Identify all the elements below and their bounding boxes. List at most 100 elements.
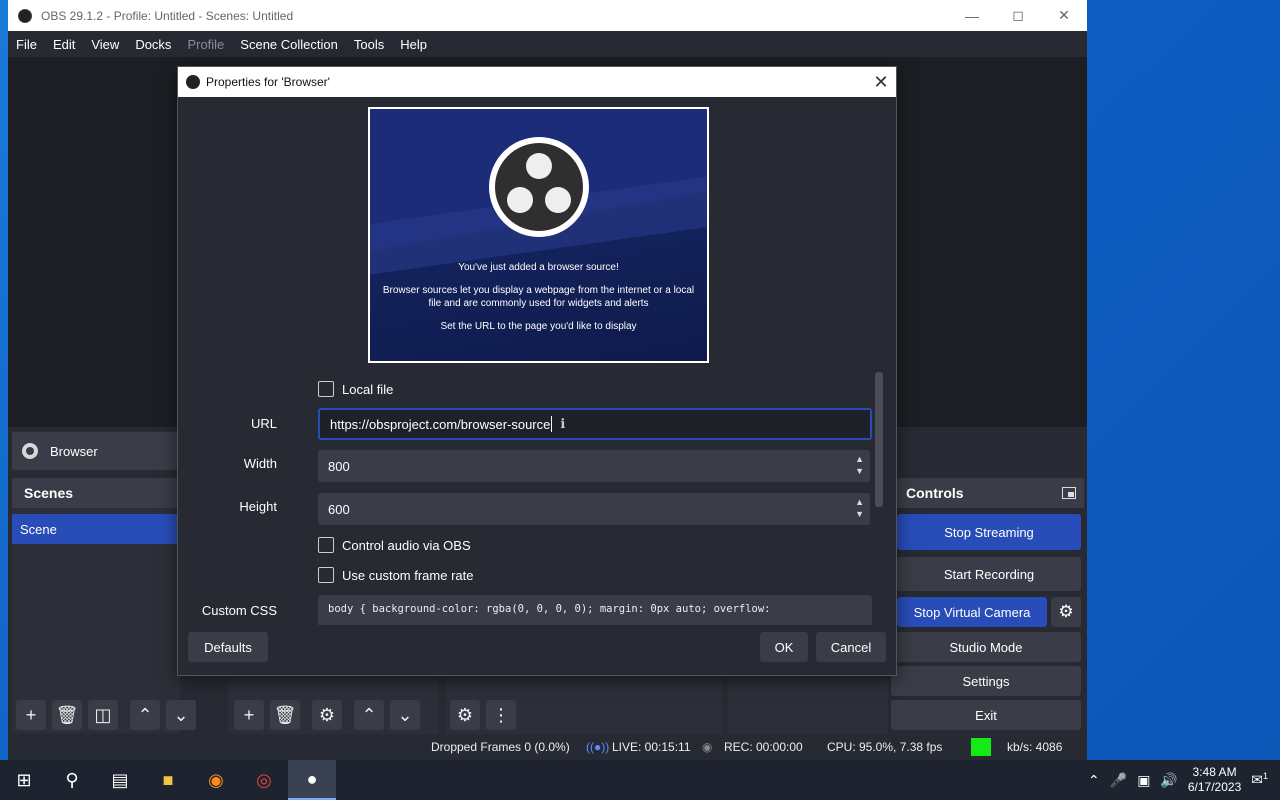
source-toolbar[interactable]: Browser <box>12 432 180 470</box>
clock-time: 3:48 AM <box>1192 765 1237 779</box>
ok-button[interactable]: OK <box>760 632 808 662</box>
browser-source-preview: You've just added a browser source! Brow… <box>368 107 709 363</box>
add-source-button[interactable]: + <box>234 700 264 730</box>
minimize-button[interactable]: — <box>949 0 995 31</box>
move-source-up-button[interactable]: ⌃ <box>354 700 384 730</box>
width-label: Width <box>243 456 277 471</box>
remove-scene-button[interactable]: 🗑 <box>52 700 82 730</box>
advanced-audio-button[interactable]: ⚙ <box>450 700 480 730</box>
control-audio-checkbox[interactable]: Control audio via OBS <box>318 537 471 553</box>
local-file-checkbox[interactable]: Local file <box>318 381 393 397</box>
stop-virtual-camera-button[interactable]: Stop Virtual Camera <box>897 597 1047 627</box>
virtual-camera-settings-icon[interactable]: ⚙ <box>1051 597 1081 627</box>
menu-docks[interactable]: Docks <box>127 37 179 52</box>
control-audio-label: Control audio via OBS <box>342 537 471 553</box>
move-scene-down-button[interactable]: ⌄ <box>166 700 196 730</box>
custom-css-textarea[interactable]: body { background-color: rgba(0, 0, 0, 0… <box>318 595 872 625</box>
url-input[interactable]: https://obsproject.com/browser-source ℹ <box>318 408 872 440</box>
menu-edit[interactable]: Edit <box>45 37 83 52</box>
exit-button[interactable]: Exit <box>891 700 1081 730</box>
mixer-toolbar: ⚙ ⋮ <box>450 700 516 730</box>
scenes-title: Scenes <box>12 478 180 508</box>
dialog-close-button[interactable]: ✕ <box>866 72 896 93</box>
windows-taskbar: ⊞ ⚲ ▤ ■ ◉ ◎ ● ⌃ 🎤 ▣ 🔊 3:48 AM 6/17/2023 … <box>0 760 1280 800</box>
start-windows-icon[interactable]: ⊞ <box>0 760 48 800</box>
notification-count: 1 <box>1262 771 1268 782</box>
menu-file[interactable]: File <box>8 37 45 52</box>
scenes-toolbar: + 🗑 ◫ ⌃ ⌄ <box>16 700 196 730</box>
stop-streaming-button[interactable]: Stop Streaming <box>897 514 1081 550</box>
text-cursor <box>551 416 553 432</box>
properties-scroll-pane[interactable]: Local file URL https://obsproject.com/br… <box>188 367 873 625</box>
checkbox-box[interactable] <box>318 567 334 583</box>
window-title: OBS 29.1.2 - Profile: Untitled - Scenes:… <box>41 8 294 23</box>
menu-bar: File Edit View Docks Profile Scene Colle… <box>8 31 1087 57</box>
clock[interactable]: 3:48 AM 6/17/2023 <box>1188 765 1241 795</box>
remove-source-button[interactable]: 🗑 <box>270 700 300 730</box>
obs-logo-icon <box>186 75 200 89</box>
firefox-icon[interactable]: ◉ <box>192 760 240 800</box>
spin-arrows-icon[interactable]: ▲ ▼ <box>855 496 864 520</box>
logo-blob <box>545 187 571 213</box>
clock-date: 6/17/2023 <box>1187 780 1242 794</box>
height-spinbox[interactable]: 600 ▲ ▼ <box>318 493 870 525</box>
controls-title: Controls <box>906 485 964 501</box>
preview-description: Browser sources let you display a webpag… <box>382 285 695 309</box>
settings-button[interactable]: Settings <box>891 666 1081 696</box>
start-recording-button[interactable]: Start Recording <box>897 557 1081 591</box>
obs-logo-icon <box>489 137 589 237</box>
microphone-icon[interactable]: 🎤 <box>1110 772 1127 789</box>
notifications-icon[interactable]: ✉1 <box>1251 771 1268 789</box>
checkbox-box[interactable] <box>318 381 334 397</box>
transitions-dock <box>728 678 888 734</box>
close-button[interactable]: ✕ <box>1041 0 1087 31</box>
browser-source-icon <box>22 443 38 459</box>
dialog-title: Properties for 'Browser' <box>206 75 330 89</box>
obs-taskbar-icon[interactable]: ● <box>288 760 336 800</box>
checkbox-box[interactable] <box>318 537 334 553</box>
defaults-button[interactable]: Defaults <box>188 632 268 662</box>
menu-scene-collection[interactable]: Scene Collection <box>232 37 346 52</box>
add-scene-button[interactable]: + <box>16 700 46 730</box>
menu-help[interactable]: Help <box>392 37 435 52</box>
menu-profile[interactable]: Profile <box>179 37 232 52</box>
move-source-down-button[interactable]: ⌄ <box>390 700 420 730</box>
chevron-up-icon[interactable]: ⌃ <box>1088 772 1100 789</box>
mixer-menu-button[interactable]: ⋮ <box>486 700 516 730</box>
task-view-icon[interactable]: ▤ <box>96 760 144 800</box>
custom-frame-rate-label: Use custom frame rate <box>342 567 474 583</box>
url-label: URL <box>250 416 277 431</box>
preview-instruction: Set the URL to the page you'd like to di… <box>440 321 637 332</box>
search-icon[interactable]: ⚲ <box>48 760 96 800</box>
bitrate-text: kb/s: 4086 <box>1007 740 1063 754</box>
dropped-frames-text: Dropped Frames 0 (0.0%) <box>431 740 570 754</box>
maximize-button[interactable]: ◻ <box>995 0 1041 31</box>
title-bar: OBS 29.1.2 - Profile: Untitled - Scenes:… <box>8 0 1087 31</box>
custom-frame-rate-checkbox[interactable]: Use custom frame rate <box>318 567 474 583</box>
vertical-scrollbar[interactable] <box>875 372 883 507</box>
chrome-icon[interactable]: ◎ <box>240 760 288 800</box>
logo-blob <box>526 153 552 179</box>
obs-logo-icon <box>18 8 32 23</box>
custom-css-label: Custom CSS <box>201 603 277 618</box>
status-bar: Dropped Frames 0 (0.0%) ((●)) LIVE: 00:1… <box>8 734 1087 760</box>
file-explorer-icon[interactable]: ■ <box>144 760 192 800</box>
network-icon[interactable]: ▣ <box>1137 772 1150 789</box>
spin-arrows-icon[interactable]: ▲ ▼ <box>855 453 864 477</box>
rec-time-text: REC: 00:00:00 <box>724 740 803 754</box>
menu-tools[interactable]: Tools <box>346 37 392 52</box>
controls-header: Controls <box>894 478 1084 508</box>
height-value: 600 <box>328 501 350 517</box>
move-scene-up-button[interactable]: ⌃ <box>130 700 160 730</box>
volume-icon[interactable]: 🔊 <box>1160 772 1177 789</box>
scene-list-item[interactable]: Scene <box>12 514 180 544</box>
menu-view[interactable]: View <box>83 37 127 52</box>
undock-icon[interactable] <box>1062 487 1076 499</box>
scene-filters-button[interactable]: ◫ <box>88 700 118 730</box>
bitrate-health-indicator <box>971 738 991 756</box>
live-indicator-icon: ((●)) <box>586 740 610 754</box>
cancel-button[interactable]: Cancel <box>816 632 886 662</box>
studio-mode-button[interactable]: Studio Mode <box>891 632 1081 662</box>
source-properties-button[interactable]: ⚙ <box>312 700 342 730</box>
width-spinbox[interactable]: 800 ▲ ▼ <box>318 450 870 482</box>
